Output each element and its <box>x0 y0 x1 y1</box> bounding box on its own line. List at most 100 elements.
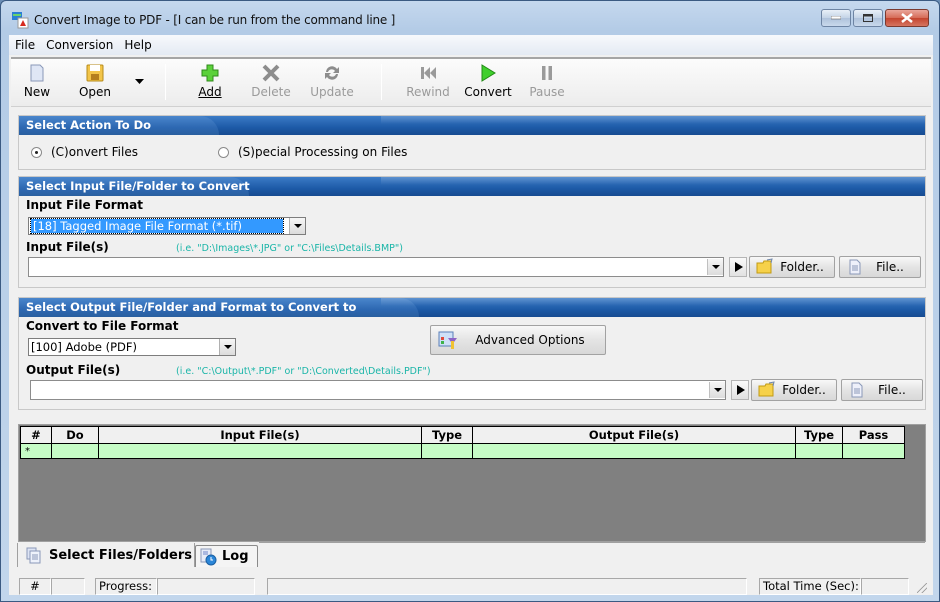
minimize-button[interactable] <box>821 9 851 27</box>
convert-button[interactable]: Convert <box>463 63 513 105</box>
cell-output-type[interactable] <box>795 443 843 459</box>
input-files-dropdown[interactable] <box>707 259 723 275</box>
output-browse-arrow-button[interactable] <box>731 380 749 400</box>
delete-x-icon <box>262 64 280 82</box>
column-header-output-type[interactable]: Type <box>795 426 843 444</box>
status-count-value <box>51 578 85 595</box>
maximize-button[interactable] <box>853 9 883 27</box>
output-files-field[interactable] <box>30 380 726 400</box>
chevron-down-icon[interactable] <box>219 339 235 355</box>
delete-button[interactable]: Delete <box>251 63 291 105</box>
output-file-button[interactable]: File.. <box>841 379 923 401</box>
cell-pass[interactable] <box>842 443 905 459</box>
status-message <box>267 578 747 595</box>
status-bar: # Progress: Total Time (Sec): <box>9 576 933 595</box>
close-button[interactable] <box>885 9 929 27</box>
output-files-label: Output File(s) <box>26 363 121 377</box>
column-header-pass[interactable]: Pass <box>842 426 905 444</box>
status-count-label: # <box>19 578 51 595</box>
input-file-button[interactable]: File.. <box>839 256 921 278</box>
rewind-button[interactable]: Rewind <box>405 63 451 105</box>
input-format-select[interactable]: [18] Tagged Image File Format (*.tif) <box>28 217 306 235</box>
new-document-icon <box>30 64 44 82</box>
tab-log[interactable]: Log <box>195 545 258 567</box>
toolbar-separator <box>381 64 382 100</box>
add-button[interactable]: Add <box>195 63 225 105</box>
output-files-hint: (i.e. "C:\Output\*.PDF" or "D:\Converted… <box>176 366 431 377</box>
advanced-options-button[interactable]: Advanced Options <box>430 325 606 355</box>
radio-selected-icon <box>31 146 42 158</box>
column-header-output-files[interactable]: Output File(s) <box>472 426 796 444</box>
file-icon <box>851 382 863 398</box>
column-header-input-files[interactable]: Input File(s) <box>98 426 422 444</box>
client-area: File Conversion Help New Open Add Delete <box>9 35 933 595</box>
output-format-label: Convert to File Format <box>26 319 179 333</box>
output-folder-button[interactable]: Folder.. <box>751 379 837 401</box>
update-button[interactable]: Update <box>309 63 355 105</box>
bottom-tabs: Select Files/Folders Log <box>17 543 925 567</box>
menu-help[interactable]: Help <box>119 38 157 52</box>
refresh-icon <box>325 66 339 80</box>
floppy-disk-icon <box>86 64 104 82</box>
rewind-icon <box>421 67 436 79</box>
resize-grip-icon[interactable] <box>917 583 927 593</box>
radio-special-processing[interactable]: (S)pecial Processing on Files <box>218 145 407 159</box>
menu-file[interactable]: File <box>10 38 41 52</box>
status-total-time-value <box>861 578 909 595</box>
table-row[interactable]: * <box>20 443 905 459</box>
output-section-header: Select Output File/Folder and Format to … <box>19 298 925 317</box>
input-section-header: Select Input File/Folder to Convert <box>19 177 925 196</box>
documents-icon <box>26 547 41 564</box>
input-files-label: Input File(s) <box>26 240 109 254</box>
output-format-select[interactable]: [100] Adobe (PDF) <box>28 338 236 356</box>
pause-button[interactable]: Pause <box>527 63 567 105</box>
title-bar[interactable]: Convert Image to PDF - [I can be run fro… <box>1 1 939 35</box>
chevron-down-icon[interactable] <box>289 218 305 234</box>
close-icon <box>901 13 913 23</box>
app-icon <box>12 12 29 29</box>
plus-icon <box>201 64 219 82</box>
chevron-down-icon <box>714 388 722 392</box>
pause-icon <box>542 66 552 80</box>
new-button[interactable]: New <box>17 63 57 105</box>
advanced-options-icon <box>438 331 457 349</box>
output-section: Select Output File/Folder and Format to … <box>18 297 926 410</box>
log-clock-icon <box>200 548 217 565</box>
column-header-number[interactable]: # <box>20 426 52 444</box>
menu-conversion[interactable]: Conversion <box>41 38 119 52</box>
input-section: Select Input File/Folder to Convert Inpu… <box>18 176 926 288</box>
cell-output-file[interactable] <box>472 443 796 459</box>
cell-do[interactable] <box>51 443 99 459</box>
status-progress-value <box>157 578 255 595</box>
app-window: Convert Image to PDF - [I can be run fro… <box>0 0 940 602</box>
minimize-icon <box>831 16 841 20</box>
radio-convert-files[interactable]: (C)onvert Files <box>31 145 138 159</box>
row-marker: * <box>20 443 52 459</box>
action-section-header: Select Action To Do <box>19 116 925 135</box>
column-header-do[interactable]: Do <box>51 426 99 444</box>
column-header-input-type[interactable]: Type <box>421 426 473 444</box>
input-folder-button[interactable]: Folder.. <box>749 256 835 278</box>
open-dropdown-arrow-icon[interactable] <box>135 79 144 85</box>
input-files-hint: (i.e. "D:\Images\*.JPG" or "C:\Files\Det… <box>176 243 403 254</box>
output-files-dropdown[interactable] <box>709 382 725 398</box>
tab-select-files-folders[interactable]: Select Files/Folders <box>17 543 195 567</box>
action-section: Select Action To Do (C)onvert Files (S)p… <box>18 115 926 170</box>
menu-bar: File Conversion Help <box>9 35 933 55</box>
open-button[interactable]: Open <box>75 63 115 105</box>
cell-input-type[interactable] <box>421 443 473 459</box>
chevron-down-icon <box>712 265 720 269</box>
input-files-field[interactable] <box>28 257 724 277</box>
table-header-row: # Do Input File(s) Type Output File(s) T… <box>20 426 905 444</box>
file-table: # Do Input File(s) Type Output File(s) T… <box>20 426 905 459</box>
play-icon <box>481 64 496 82</box>
file-icon <box>849 259 861 275</box>
toolbar-separator <box>165 64 166 100</box>
file-grid[interactable]: # Do Input File(s) Type Output File(s) T… <box>18 424 926 542</box>
radio-unselected-icon <box>218 146 229 158</box>
input-browse-arrow-button[interactable] <box>729 257 747 277</box>
folder-icon <box>758 381 775 397</box>
cell-input-file[interactable] <box>98 443 422 459</box>
toolbar: New Open Add Delete Update Rewind Conver… <box>11 57 931 107</box>
status-progress-label: Progress: <box>95 578 157 595</box>
